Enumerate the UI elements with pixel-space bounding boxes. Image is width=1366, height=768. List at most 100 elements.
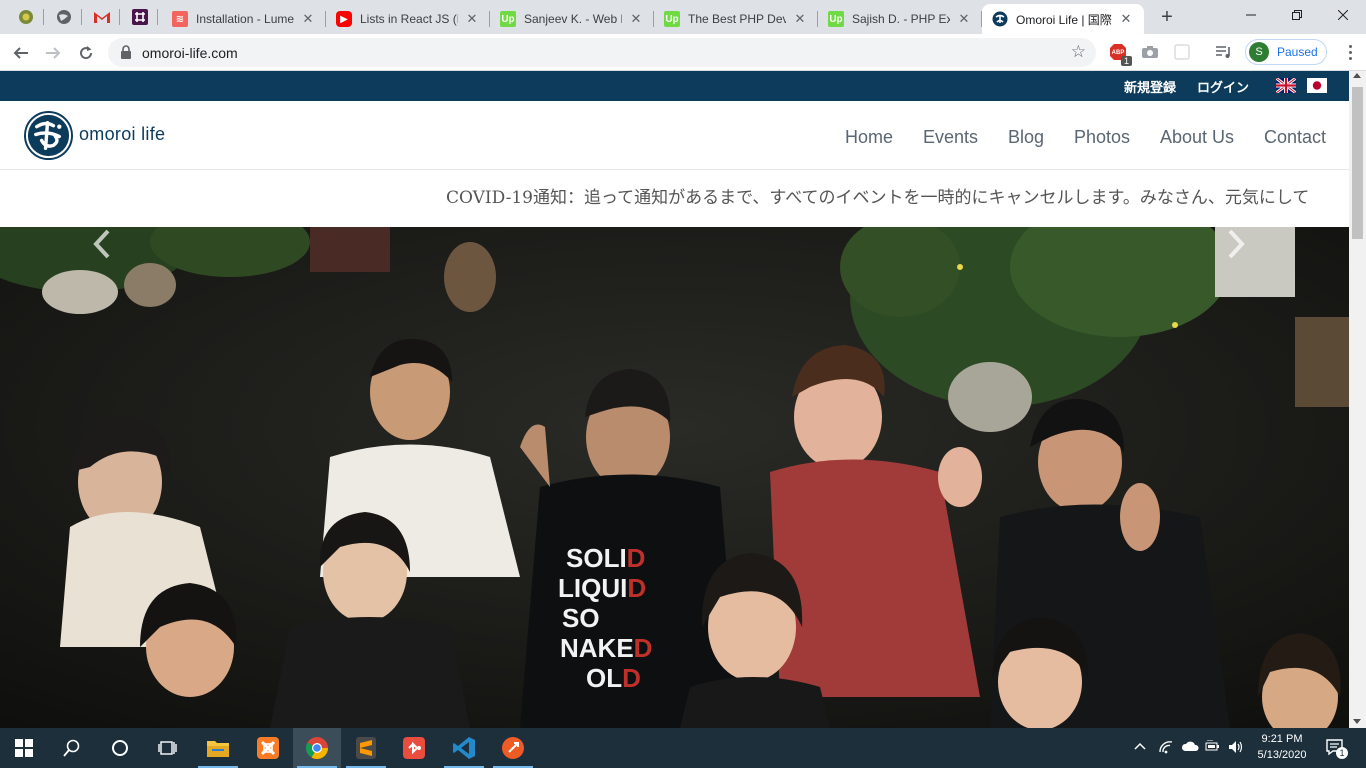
svg-text:NAKED: NAKED: [560, 633, 652, 663]
scroll-up-arrow[interactable]: [1353, 73, 1361, 78]
close-tab-icon[interactable]: ✕: [1118, 11, 1134, 27]
notification-badge: 1: [1336, 747, 1348, 759]
postman-icon: [502, 737, 524, 759]
menu-dot: [1348, 50, 1352, 54]
page-scrollbar[interactable]: [1349, 71, 1366, 728]
nav-about-us[interactable]: About Us: [1160, 127, 1234, 148]
windows-taskbar: 9:21 PM 5/13/2020 1: [0, 728, 1366, 768]
reading-list-button[interactable]: [1214, 42, 1234, 62]
taskbar-file-explorer[interactable]: [194, 728, 242, 768]
search-icon: [63, 739, 80, 757]
back-button[interactable]: [8, 40, 34, 66]
tab-react-lists[interactable]: ▶ Lists in React JS (H ✕: [326, 4, 490, 34]
close-tab-icon[interactable]: ✕: [300, 11, 316, 27]
taskbar-chrome[interactable]: [293, 728, 341, 768]
address-bar[interactable]: omoroi-life.com ☆: [108, 38, 1096, 67]
onedrive-icon[interactable]: [1181, 740, 1199, 755]
tab-upwork-sajish[interactable]: Up Sajish D. - PHP Exp ✕: [818, 4, 982, 34]
restore-button[interactable]: [1274, 0, 1320, 30]
tab-title: Omoroi Life | 国際: [1016, 12, 1112, 27]
wifi-icon[interactable]: [1158, 740, 1174, 757]
reload-button[interactable]: [73, 40, 99, 66]
forward-button[interactable]: [40, 40, 66, 66]
hero-carousel[interactable]: SOLID LIQUID SO NAKED OLD: [0, 227, 1349, 728]
pinned-tab-gmail[interactable]: [84, 4, 120, 30]
playlist-icon: [1216, 46, 1230, 58]
slack-icon: [132, 9, 148, 25]
start-button[interactable]: [0, 728, 48, 768]
task-view-icon: [158, 741, 177, 755]
browser-toolbar: omoroi-life.com ☆ ABP 1 S Paused: [0, 34, 1366, 71]
close-tab-icon[interactable]: ✕: [792, 11, 808, 27]
taskbar-clock[interactable]: 9:21 PM 5/13/2020: [1250, 731, 1314, 763]
carousel-prev-arrow[interactable]: [86, 227, 120, 261]
camera-icon: [1142, 46, 1158, 58]
carousel-next-arrow[interactable]: [1218, 227, 1252, 261]
taskbar-postman[interactable]: [489, 728, 537, 768]
tab-omoroi-life[interactable]: Omoroi Life | 国際 ✕: [982, 4, 1144, 34]
nav-home[interactable]: Home: [845, 127, 893, 148]
nav-photos[interactable]: Photos: [1074, 127, 1130, 148]
uk-flag-icon[interactable]: [1276, 78, 1296, 93]
screenshot-extension[interactable]: [1140, 42, 1160, 62]
nav-contact[interactable]: Contact: [1264, 127, 1326, 148]
adblock-extension[interactable]: ABP 1: [1108, 42, 1132, 66]
group-photo: SOLID LIQUID SO NAKED OLD: [0, 227, 1349, 728]
nav-events[interactable]: Events: [923, 127, 978, 148]
cortana-button[interactable]: [96, 728, 144, 768]
menu-dot: [1348, 56, 1352, 60]
puzzle-icon: [1174, 44, 1190, 60]
search-button[interactable]: [48, 728, 96, 768]
arrow-left-icon: [13, 47, 28, 59]
restore-icon: [1292, 10, 1302, 20]
pinned-tab-slack[interactable]: [122, 4, 158, 30]
bookmark-star-icon[interactable]: ☆: [1071, 42, 1086, 62]
minimize-button[interactable]: [1228, 0, 1274, 30]
tab-upwork-php-dev[interactable]: Up The Best PHP Deve ✕: [654, 4, 818, 34]
tray-overflow-icon[interactable]: [1134, 740, 1146, 754]
tab-title: The Best PHP Deve: [688, 12, 786, 26]
pinned-tab-1[interactable]: [8, 4, 44, 30]
signup-link[interactable]: 新規登録: [1124, 77, 1176, 96]
globe-icon: [57, 10, 71, 24]
omoroi-logo[interactable]: [24, 111, 73, 160]
volume-icon[interactable]: [1228, 740, 1244, 757]
taskbar-git-client[interactable]: [390, 728, 438, 768]
laravel-icon: ≋: [172, 11, 188, 27]
upwork-icon: Up: [500, 11, 516, 27]
url-text[interactable]: omoroi-life.com: [142, 45, 238, 61]
brand-name[interactable]: omoroi life: [79, 124, 165, 145]
close-icon: [1338, 10, 1348, 20]
clock-time: 9:21 PM: [1261, 733, 1303, 745]
browser-menu-button[interactable]: [1340, 42, 1360, 62]
profile-status: Paused: [1277, 45, 1318, 59]
close-tab-icon[interactable]: ✕: [628, 11, 644, 27]
reload-icon: [80, 46, 93, 60]
file-explorer-icon: [207, 741, 229, 757]
profile-button[interactable]: S Paused: [1245, 39, 1327, 65]
avatar: S: [1249, 42, 1269, 62]
close-tab-icon[interactable]: ✕: [464, 11, 480, 27]
battery-icon[interactable]: [1205, 739, 1221, 755]
extension-slot[interactable]: [1172, 42, 1192, 62]
taskbar-xampp[interactable]: [244, 728, 292, 768]
task-view-button[interactable]: [144, 728, 192, 768]
tab-lumen-installation[interactable]: ≋ Installation - Lume ✕: [162, 4, 326, 34]
lock-icon[interactable]: [120, 45, 132, 59]
new-tab-button[interactable]: +: [1156, 6, 1178, 28]
taskbar-sublime[interactable]: [342, 728, 390, 768]
tab-upwork-sanjeev[interactable]: Up Sanjeev K. - Web D ✕: [490, 4, 654, 34]
close-tab-icon[interactable]: ✕: [956, 11, 972, 27]
scroll-thumb[interactable]: [1352, 87, 1363, 239]
action-center-icon[interactable]: 1: [1325, 737, 1348, 762]
japan-flag-icon[interactable]: [1307, 78, 1327, 93]
scroll-down-arrow[interactable]: [1353, 719, 1361, 724]
nav-blog[interactable]: Blog: [1008, 127, 1044, 148]
pinned-tab-2[interactable]: [46, 4, 82, 30]
svg-text:SOLID: SOLID: [566, 543, 645, 573]
covid-notice-marquee: COVID-19通知：追って通知があるまで、すべてのイベントを一時的にキャンセル…: [0, 171, 1349, 227]
notice-text: COVID-19通知：追って通知があるまで、すべてのイベントを一時的にキャンセル…: [446, 188, 1310, 208]
taskbar-vscode[interactable]: [440, 728, 488, 768]
login-link[interactable]: ログイン: [1197, 77, 1249, 96]
close-window-button[interactable]: [1320, 0, 1366, 30]
